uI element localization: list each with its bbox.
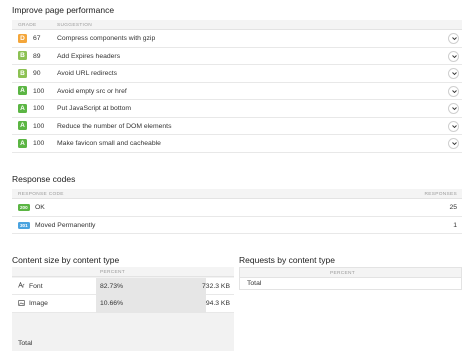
percent-value: 10.66%	[100, 300, 124, 307]
score-value: 100	[33, 122, 45, 130]
suggestion-text: Avoid URL redirects	[57, 70, 118, 77]
content-type-label: Image	[29, 300, 48, 307]
suggestion-text: Reduce the number of DOM elements	[57, 122, 172, 130]
performance-title: Improve page performance	[12, 5, 115, 15]
expand-button[interactable]	[448, 138, 459, 149]
status-code-badge: 200	[18, 204, 30, 211]
content-type-cell: Font	[12, 277, 96, 295]
content-size-total-label: Total	[18, 340, 33, 347]
content-size-title: Content size by content type	[12, 255, 120, 265]
responses-column-header: RESPONSES	[424, 191, 457, 197]
score-value: 100	[33, 140, 45, 147]
response-count: 1	[453, 221, 457, 229]
size-value: 94.3 KB	[205, 300, 230, 307]
content-size-percent-header: PERCENT	[100, 269, 126, 275]
grade-badge: D	[18, 33, 27, 43]
status-label: Moved Permanently	[35, 221, 96, 229]
grade-badge: A	[18, 138, 27, 148]
expand-button[interactable]	[448, 68, 459, 79]
suggestion-column-header: SUGGESTION	[57, 22, 92, 28]
grade-badge: B	[18, 51, 27, 61]
expand-button[interactable]	[448, 103, 459, 114]
requests-table-header: PERCENT	[240, 268, 461, 278]
grade-badge: A	[18, 103, 27, 113]
score-value: 100	[33, 87, 45, 95]
expand-button[interactable]	[448, 120, 459, 132]
performance-row: A 100 Make favicon small and cacheable	[12, 135, 462, 153]
response-code-column-header: RESPONSE CODE	[18, 191, 64, 197]
performance-table-header: GRADE SUGGESTION	[12, 20, 462, 30]
content-size-row: Image 10.66% 94.3 KB	[12, 295, 234, 313]
suggestion-text: Avoid empty src or href	[57, 87, 127, 95]
grade-badge: B	[18, 68, 27, 78]
performance-row: A 100 Put JavaScript at bottom	[12, 100, 462, 118]
expand-button[interactable]	[448, 85, 459, 97]
expand-button[interactable]	[448, 50, 459, 62]
response-codes-table-header: RESPONSE CODE RESPONSES	[12, 189, 462, 199]
status-label: OK	[35, 204, 45, 211]
content-size-table-header: PERCENT	[12, 267, 234, 277]
requests-table: PERCENT Total	[239, 267, 462, 290]
suggestion-text: Add Expires headers	[57, 52, 121, 60]
suggestion-text: Make favicon small and cacheable	[57, 140, 161, 147]
content-size-row: Font 82.73% 732.3 KB	[12, 277, 234, 295]
content-type-cell: Image	[12, 295, 96, 313]
response-row: 301 Moved Permanently 1	[12, 216, 462, 234]
grade-badge: A	[18, 121, 27, 131]
performance-row: A 100 Reduce the number of DOM elements	[12, 117, 462, 135]
score-value: 67	[33, 35, 41, 42]
performance-row: D 67 Compress components with gzip	[12, 30, 462, 48]
response-row: 200 OK 25	[12, 199, 462, 217]
performance-row: A 100 Avoid empty src or href	[12, 82, 462, 100]
suggestion-text: Put JavaScript at bottom	[57, 105, 132, 112]
status-code-badge: 301	[18, 221, 30, 229]
percent-value: 82.73%	[100, 282, 124, 290]
image-icon	[18, 299, 25, 308]
suggestion-text: Compress components with gzip	[57, 35, 156, 42]
response-count: 25	[449, 204, 457, 211]
performance-row: B 89 Add Expires headers	[12, 47, 462, 65]
requests-title: Requests by content type	[239, 255, 335, 265]
size-value: 732.3 KB	[202, 282, 230, 290]
font-icon	[18, 281, 25, 290]
requests-total-label: Total	[247, 280, 262, 287]
grade-column-header: GRADE	[18, 22, 37, 28]
grade-badge: A	[18, 86, 27, 96]
score-value: 89	[33, 52, 41, 60]
expand-button[interactable]	[448, 33, 459, 44]
score-value: 90	[33, 70, 41, 77]
score-value: 100	[33, 105, 45, 112]
content-type-label: Font	[29, 282, 43, 290]
performance-row: B 90 Avoid URL redirects	[12, 65, 462, 83]
response-codes-title: Response codes	[12, 174, 76, 184]
requests-percent-header: PERCENT	[330, 270, 356, 276]
